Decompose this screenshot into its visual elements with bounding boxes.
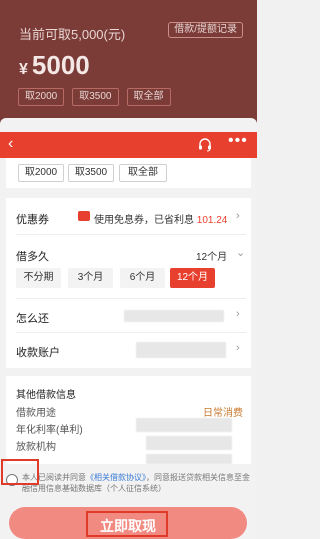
- chevron-down-icon[interactable]: ⌄: [236, 246, 245, 259]
- coupon-saved-amount: 101.24: [196, 215, 228, 226]
- coupon-text: 使用免息券，已省利息: [94, 215, 194, 226]
- purpose-label: 借款用途: [16, 408, 56, 419]
- bg-chip-2000[interactable]: 取2000: [18, 88, 65, 106]
- coupon-row[interactable]: 使用免息券，已省利息 101.24: [94, 211, 227, 226]
- chip-all[interactable]: 取全部: [119, 164, 167, 182]
- term-option-12[interactable]: 12个月: [170, 268, 215, 288]
- rate-label: 年化利率(单利): [16, 425, 83, 436]
- chip-2000[interactable]: 取2000: [18, 164, 64, 182]
- loan-options-card: 优惠券 使用免息券，已省利息 101.24 › 借多久 12个月 ⌄ 不分期 3…: [6, 198, 251, 368]
- account-label: 收款账户: [16, 347, 60, 359]
- term-selected-value[interactable]: 12个月: [196, 248, 227, 263]
- divider: [16, 332, 246, 333]
- bg-chip-all[interactable]: 取全部: [126, 88, 171, 106]
- amount-chip-card: 取2000 取3500 取全部: [6, 158, 251, 188]
- extra-redacted: [146, 454, 232, 464]
- agreement-link[interactable]: 《相关借款协议》: [86, 473, 146, 482]
- amount-value: 5000: [31, 50, 90, 80]
- rate-value-redacted: [136, 418, 232, 432]
- radio-highlight-box: [1, 459, 39, 485]
- available-amount-title: 当前可取5,000(元): [19, 27, 126, 42]
- repay-label: 怎么还: [16, 313, 49, 325]
- background-amount-chips: 取2000 取3500 取全部: [18, 88, 171, 106]
- repay-value-redacted: [124, 310, 224, 322]
- term-option-none[interactable]: 不分期: [16, 268, 61, 288]
- bg-chip-3500[interactable]: 取3500: [72, 88, 119, 106]
- agreement-text: 本人已阅读并同意《相关借款协议》，同意报送贷款相关信息至金融信用信息基础数据库（…: [22, 472, 254, 494]
- divider: [16, 234, 246, 235]
- more-icon[interactable]: •••: [228, 132, 248, 150]
- term-label: 借多久: [16, 251, 49, 263]
- term-option-3[interactable]: 3个月: [68, 268, 113, 288]
- back-icon[interactable]: ‹: [8, 135, 13, 153]
- amount-display: ¥5000: [19, 50, 90, 81]
- headset-icon[interactable]: [197, 137, 213, 153]
- coupon-ticket-icon: [78, 211, 90, 221]
- divider: [16, 298, 246, 299]
- lender-label: 放款机构: [16, 442, 56, 453]
- withdraw-sheet: ‹ ••• 取2000 取3500 取全部 优惠券 使用免息券，已省利息 101…: [0, 118, 257, 539]
- chip-3500[interactable]: 取3500: [68, 164, 114, 182]
- background-header: 当前可取5,000(元) 借款/提额记录 ¥5000 取2000 取3500 取…: [0, 0, 257, 118]
- top-bar: ‹ •••: [0, 132, 257, 158]
- account-value-redacted: [136, 342, 226, 358]
- purpose-value: 日常消费: [203, 408, 243, 419]
- term-option-6[interactable]: 6个月: [120, 268, 165, 288]
- other-info-title: 其他借款信息: [16, 390, 76, 401]
- other-info-card: 其他借款信息 借款用途 日常消费 年化利率(单利) 放款机构: [6, 376, 251, 476]
- lender-value-redacted: [146, 436, 232, 450]
- records-link[interactable]: 借款/提额记录: [168, 22, 243, 38]
- button-highlight-box: [86, 511, 168, 537]
- chevron-right-icon[interactable]: ›: [236, 342, 240, 354]
- chevron-right-icon[interactable]: ›: [236, 308, 240, 320]
- yen-symbol: ¥: [19, 61, 28, 78]
- coupon-label: 优惠券: [16, 214, 49, 226]
- chevron-right-icon[interactable]: ›: [236, 210, 240, 222]
